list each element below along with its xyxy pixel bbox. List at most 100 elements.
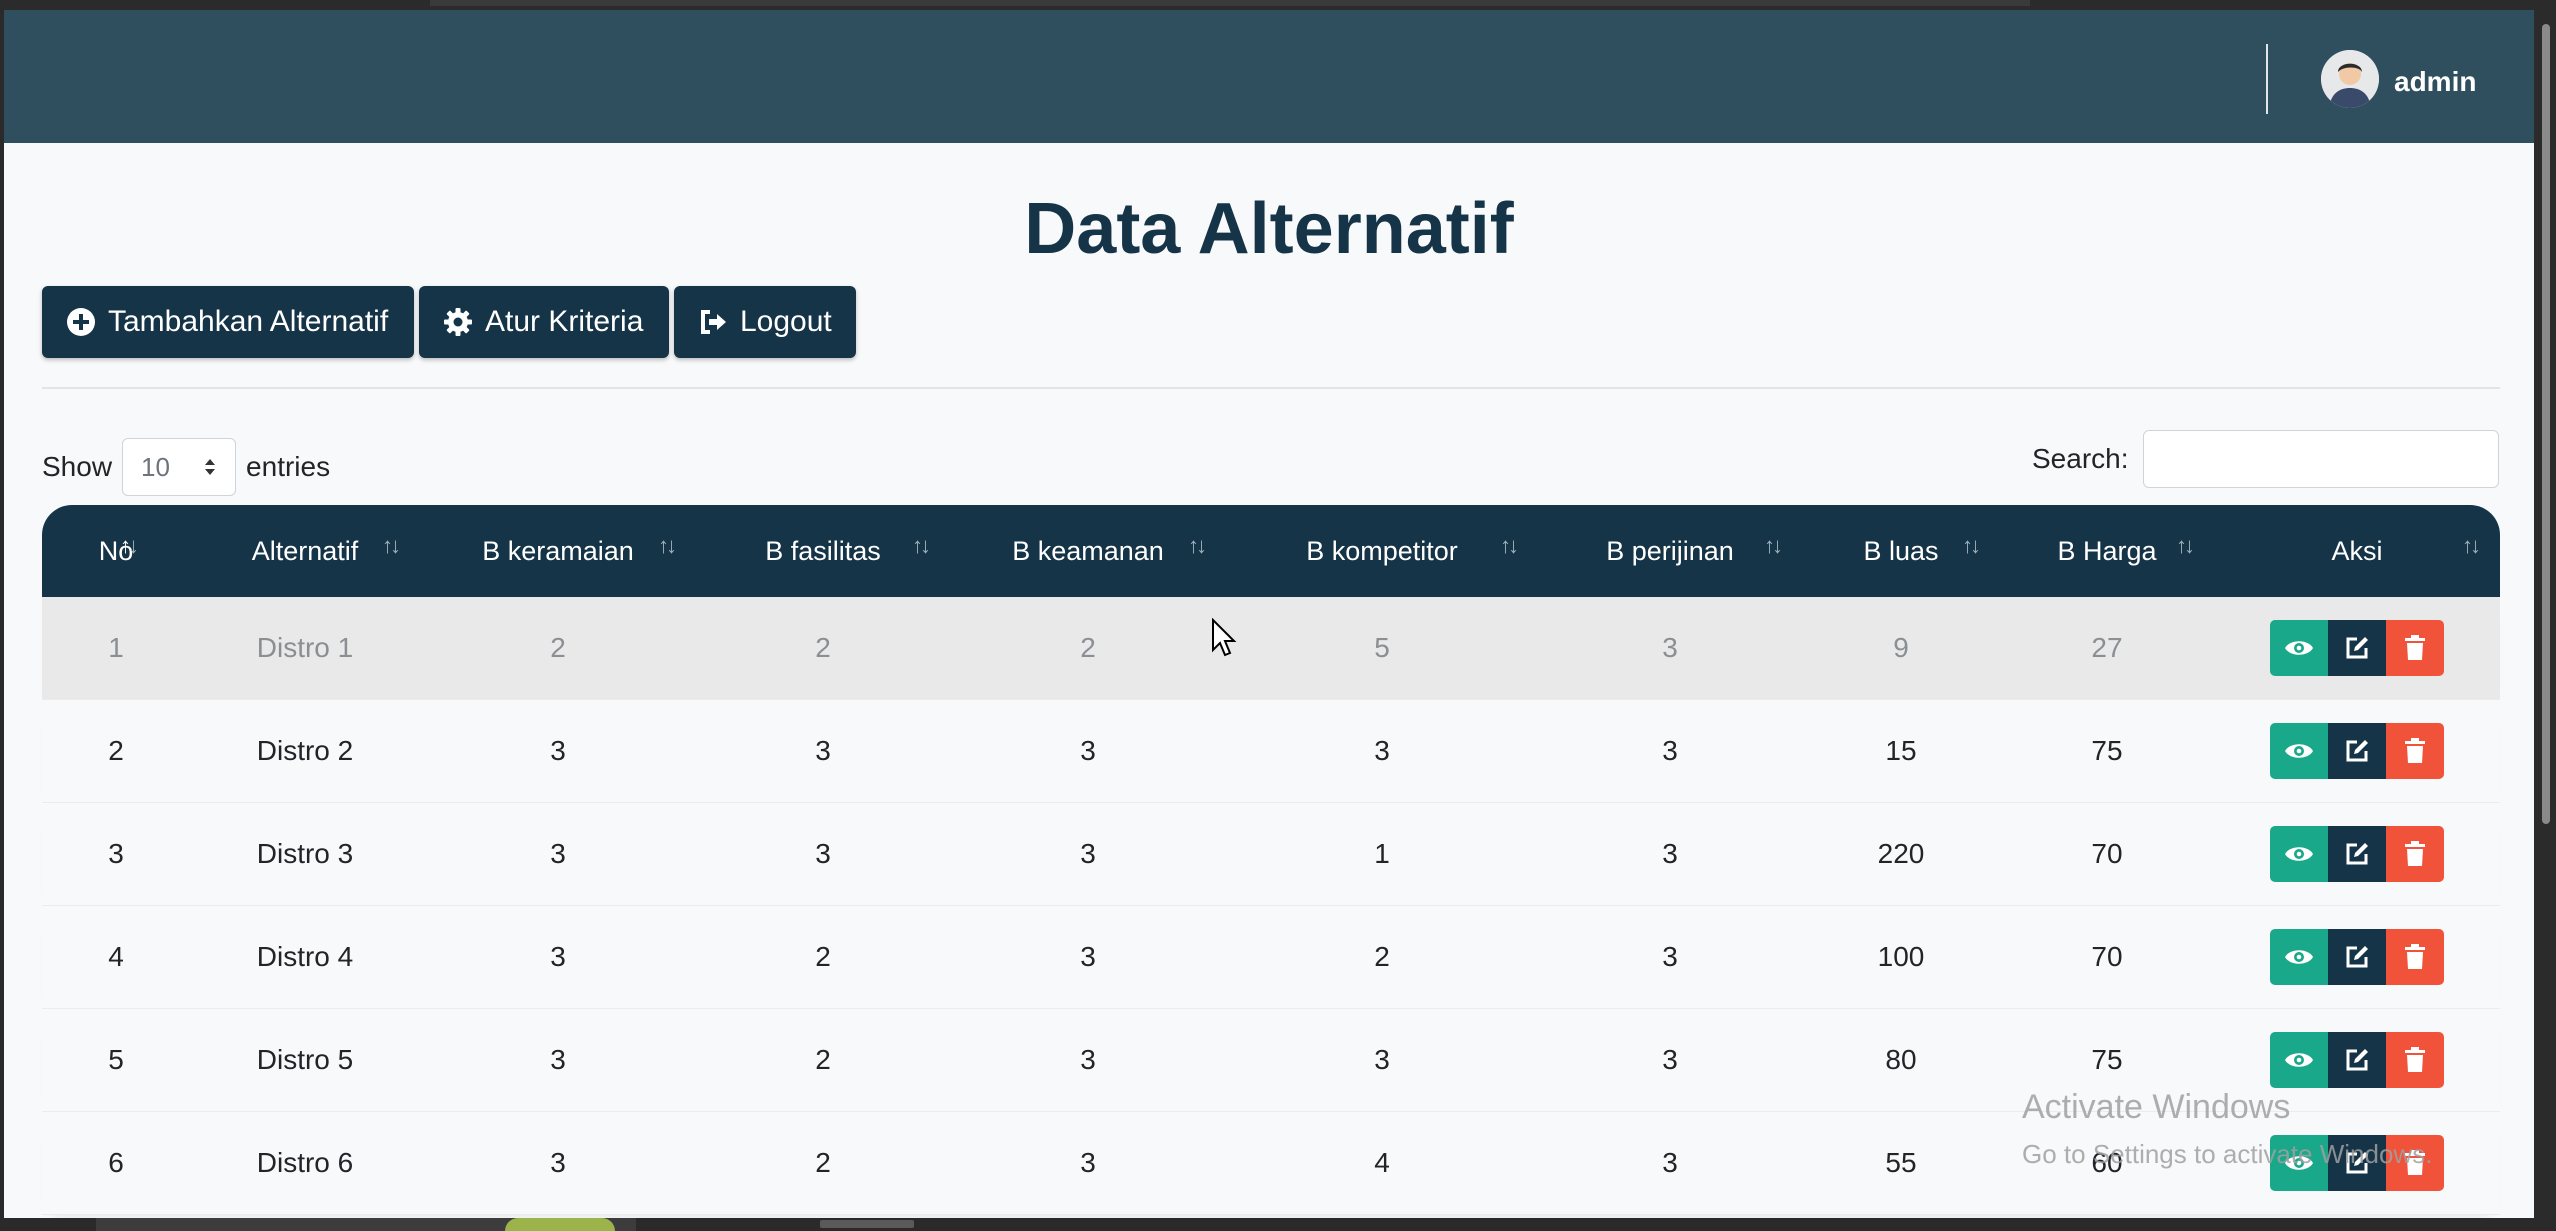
cell-harga: 75 — [2091, 735, 2123, 766]
length-control: Show 10 entries — [42, 438, 330, 496]
cell-luas: 55 — [1885, 1147, 1917, 1178]
cell-aksi — [2214, 1009, 2500, 1111]
edit-button[interactable] — [2328, 1135, 2386, 1191]
th-luas-label: B luas — [1863, 535, 1939, 566]
cell-fasilitas: 2 — [815, 1044, 831, 1075]
table-row: 5 Distro 5 3 2 3 3 3 80 75 — [42, 1009, 2500, 1112]
entries-select[interactable]: 10 — [122, 438, 237, 496]
th-harga[interactable]: B Harga ↑↓ — [2000, 505, 2214, 597]
view-button[interactable] — [2270, 1032, 2328, 1088]
th-harga-label: B Harga — [2057, 535, 2157, 566]
delete-button[interactable] — [2386, 1135, 2444, 1191]
eye-icon — [2285, 847, 2313, 861]
th-luas[interactable]: B luas ↑↓ — [1802, 505, 2000, 597]
th-fasilitas-label: B fasilitas — [765, 535, 881, 566]
sort-icon: ↑↓ — [1764, 533, 1783, 558]
add-alternatif-button[interactable]: Tambahkan Alternatif — [42, 286, 414, 358]
cell-alternatif: Distro 6 — [256, 1147, 354, 1178]
sort-asc-icon: ↑↓ — [120, 533, 139, 558]
table-row: 3 Distro 3 3 3 3 1 3 220 70 — [42, 803, 2500, 906]
th-aksi-label: Aksi — [2331, 535, 2383, 566]
cell-fasilitas: 2 — [815, 1147, 831, 1178]
cell-kompetitor: 3 — [1374, 1044, 1390, 1075]
cell-no: 4 — [108, 941, 124, 972]
edit-button[interactable] — [2328, 620, 2386, 676]
view-button[interactable] — [2270, 723, 2328, 779]
edit-icon — [2346, 637, 2368, 659]
eye-icon — [2285, 1156, 2313, 1170]
edit-button[interactable] — [2328, 723, 2386, 779]
cell-keamanan: 2 — [1080, 632, 1096, 663]
trash-icon — [2405, 738, 2425, 763]
atur-kriteria-label: Atur Kriteria — [485, 305, 644, 338]
th-keramaian[interactable]: B keramaian ↑↓ — [420, 505, 696, 597]
mouse-cursor-icon — [1212, 618, 1237, 657]
edit-button[interactable] — [2328, 826, 2386, 882]
th-alternatif[interactable]: Alternatif ↑↓ — [190, 505, 420, 597]
entries-label: entries — [246, 451, 331, 482]
th-fasilitas[interactable]: B fasilitas ↑↓ — [696, 505, 950, 597]
delete-button[interactable] — [2386, 929, 2444, 985]
eye-icon — [2285, 950, 2313, 964]
delete-button[interactable] — [2386, 1032, 2444, 1088]
sort-icon: ↑↓ — [2176, 533, 2195, 558]
th-perijinan[interactable]: B perijinan ↑↓ — [1538, 505, 1802, 597]
view-button[interactable] — [2270, 929, 2328, 985]
sort-icon: ↑↓ — [1962, 533, 1981, 558]
edit-icon — [2346, 1152, 2368, 1174]
atur-kriteria-button[interactable]: Atur Kriteria — [419, 286, 669, 358]
th-kompetitor-label: B kompetitor — [1306, 535, 1458, 566]
th-no[interactable]: No ↑↓ — [42, 505, 190, 597]
th-kompetitor[interactable]: B kompetitor ↑↓ — [1226, 505, 1538, 597]
edit-button[interactable] — [2328, 1032, 2386, 1088]
logout-label: Logout — [740, 305, 832, 338]
cell-alternatif: Distro 5 — [256, 1044, 354, 1075]
cell-no: 5 — [108, 1044, 124, 1075]
th-keamanan[interactable]: B keamanan ↑↓ — [950, 505, 1226, 597]
search-label: Search: — [2032, 443, 2129, 474]
th-keamanan-label: B keamanan — [1012, 535, 1164, 566]
table-row: 1 Distro 1 2 2 2 5 3 9 27 — [42, 597, 2500, 700]
cell-alternatif: Distro 3 — [256, 838, 354, 869]
delete-button[interactable] — [2386, 723, 2444, 779]
logout-button[interactable]: Logout — [674, 286, 856, 358]
view-button[interactable] — [2270, 1135, 2328, 1191]
divider-line — [42, 387, 2500, 389]
eye-icon — [2285, 1053, 2313, 1067]
cell-luas: 9 — [1893, 632, 1909, 663]
search-input[interactable] — [2142, 430, 2499, 488]
table-header: No ↑↓ Alternatif ↑↓ B keramaian ↑↓ B fasili… — [42, 505, 2500, 597]
cell-luas: 220 — [1877, 838, 1925, 869]
cell-perijinan: 3 — [1662, 1147, 1678, 1178]
delete-button[interactable] — [2386, 620, 2444, 676]
username-label[interactable]: admin — [2394, 66, 2476, 98]
action-buttons — [2270, 1135, 2444, 1191]
cell-harga: 70 — [2091, 838, 2123, 869]
edit-button[interactable] — [2328, 929, 2386, 985]
entries-value: 10 — [141, 451, 170, 482]
cell-keamanan: 3 — [1080, 1147, 1096, 1178]
cell-harga: 70 — [2091, 941, 2123, 972]
trash-icon — [2405, 1047, 2425, 1072]
sort-icon: ↑↓ — [1188, 533, 1207, 558]
th-aksi[interactable]: Aksi ↑↓ — [2214, 505, 2500, 597]
action-buttons — [2270, 826, 2444, 882]
edit-icon — [2346, 843, 2368, 865]
alternatif-table: No ↑↓ Alternatif ↑↓ B keramaian ↑↓ B fasili… — [42, 505, 2500, 1215]
gear-icon — [444, 308, 472, 336]
eye-icon — [2285, 641, 2313, 655]
avatar[interactable] — [2321, 50, 2379, 108]
delete-button[interactable] — [2386, 826, 2444, 882]
cell-harga: 27 — [2091, 632, 2123, 663]
view-button[interactable] — [2270, 826, 2328, 882]
cell-keramaian: 3 — [550, 941, 566, 972]
show-label: Show — [42, 451, 113, 482]
cell-perijinan: 3 — [1662, 1044, 1678, 1075]
cell-keramaian: 3 — [550, 735, 566, 766]
cell-fasilitas: 3 — [815, 838, 831, 869]
vertical-scrollbar[interactable] — [2534, 10, 2556, 1218]
trash-icon — [2405, 944, 2425, 969]
cell-harga: 75 — [2091, 1044, 2123, 1075]
th-perijinan-label: B perijinan — [1606, 535, 1734, 566]
view-button[interactable] — [2270, 620, 2328, 676]
